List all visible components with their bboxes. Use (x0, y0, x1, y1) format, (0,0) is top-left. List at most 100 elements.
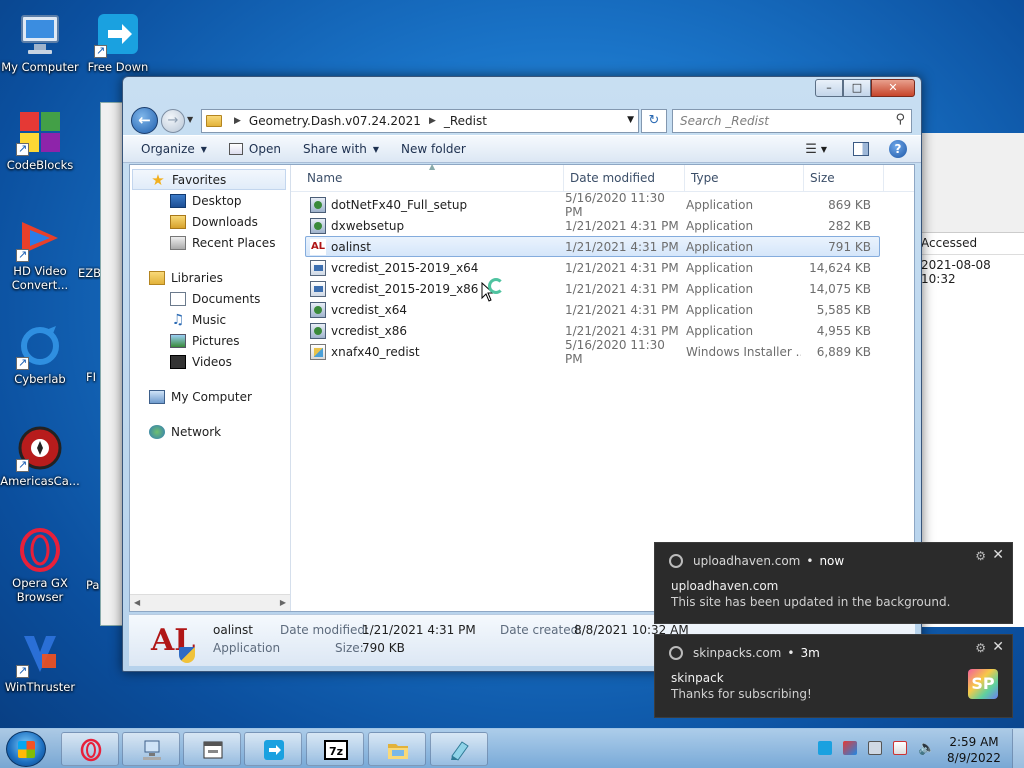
search-input[interactable]: Search _Redist ⚲ (672, 109, 912, 133)
nav-pictures[interactable]: Pictures (130, 330, 290, 351)
nav-recent-places[interactable]: Recent Places (130, 232, 290, 253)
antivirus-tray-icon[interactable] (843, 741, 857, 755)
breadcrumb-separator-icon[interactable]: ▶ (234, 116, 241, 126)
details-file-name: oalinst (213, 623, 253, 637)
file-date: 1/21/2021 4:31 PM (565, 302, 679, 317)
file-size: 282 KB (828, 218, 871, 233)
back-button[interactable]: ← (131, 107, 158, 134)
desktop-icon-codeblocks[interactable]: CodeBlocks (0, 108, 80, 172)
desktop-icon-ezb[interactable]: EZB (78, 266, 102, 280)
desktop-icon-winthruster[interactable]: WinThruster (0, 630, 80, 694)
notification-uploadhaven[interactable]: uploadhaven.com • now ⚙ ✕ uploadhaven.co… (654, 542, 1013, 624)
search-icon[interactable]: ⚲ (895, 112, 905, 127)
desktop-icon-hd-video-converter[interactable]: HD Video Convert... (0, 214, 80, 292)
column-header-name[interactable]: ▲ Name (291, 162, 564, 191)
desktop-icon-americas-cardroom[interactable]: AmericasCa... (0, 424, 80, 488)
file-row[interactable]: vcredist_2015-2019_x64 1/21/2021 4:31 PM… (305, 257, 880, 278)
breadcrumb-separator-icon[interactable]: ▶ (429, 116, 436, 126)
refresh-button[interactable]: ↻ (641, 109, 667, 133)
scroll-right-icon[interactable]: ▶ (280, 598, 286, 607)
taskbar-windows-explorer[interactable] (368, 732, 426, 766)
new-folder-button[interactable]: New folder (401, 142, 466, 156)
accessed-column-header[interactable]: Accessed (913, 233, 1024, 255)
file-type: Application (686, 239, 754, 254)
network-tray-icon[interactable] (868, 741, 882, 755)
documents-icon (170, 291, 186, 306)
column-label: Name (307, 171, 343, 185)
view-options-icon[interactable]: ☰ (805, 142, 817, 157)
action-center-flag-icon[interactable] (893, 741, 907, 755)
file-row[interactable]: dotNetFx40_Full_setup 5/16/2020 11:30 PM… (305, 191, 880, 219)
details-modified-label: Date modified: (280, 623, 370, 637)
taskbar-network-setup[interactable] (122, 732, 180, 766)
computer-icon (16, 10, 64, 58)
share-with-button[interactable]: Share with ▼ (303, 142, 379, 156)
file-row-selected[interactable]: AL oalinst 1/21/2021 4:31 PM Application … (305, 236, 880, 257)
nav-libraries[interactable]: Libraries (130, 267, 290, 288)
organize-button[interactable]: Organize ▼ (141, 142, 207, 156)
start-button[interactable] (6, 731, 46, 767)
view-dropdown-icon[interactable]: ▼ (821, 145, 827, 154)
chevron-down-icon: ▼ (372, 144, 380, 154)
desktop-icon-label: Cyberlab (14, 372, 66, 386)
gear-icon[interactable]: ⚙ (975, 641, 986, 655)
nav-desktop[interactable]: Desktop (130, 190, 290, 211)
codeblocks-icon (16, 108, 64, 156)
taskbar-free-download-manager[interactable] (244, 732, 302, 766)
desktop-icon-my-computer[interactable]: My Computer (0, 10, 80, 74)
taskbar-7zip[interactable]: 7z (306, 732, 364, 766)
nav-horizontal-scrollbar[interactable]: ◀ ▶ (130, 594, 290, 611)
breadcrumb-geometry-dash[interactable]: Geometry.Dash.v07.24.2021 (249, 114, 421, 128)
close-icon[interactable]: ✕ (992, 639, 1004, 655)
column-header-type[interactable]: Type (685, 165, 804, 191)
volume-icon[interactable]: 🔈 (918, 741, 935, 755)
cyberlab-icon (16, 322, 64, 370)
address-row: ← → ▼ ▶ Geometry.Dash.v07.24.2021 ▶ _Red… (123, 103, 921, 135)
breadcrumb-redist[interactable]: _Redist (444, 114, 487, 128)
help-icon[interactable]: ? (889, 140, 907, 158)
file-row[interactable]: vcredist_2015-2019_x86 1/21/2021 4:31 PM… (305, 278, 880, 299)
nav-my-computer[interactable]: My Computer (130, 386, 290, 407)
column-header-date-modified[interactable]: Date modified (564, 165, 685, 191)
title-bar[interactable]: – □ ✕ (123, 77, 921, 103)
nav-downloads[interactable]: Downloads (130, 211, 290, 232)
file-row[interactable]: dxwebsetup 1/21/2021 4:31 PM Application… (305, 215, 880, 236)
recent-pages-dropdown[interactable]: ▼ (187, 115, 193, 124)
desktop-icon-opera-gx[interactable]: Opera GX Browser (0, 526, 80, 604)
notification-title: skinpack (671, 671, 724, 685)
nav-network[interactable]: Network (130, 421, 290, 442)
taskbar-opera-gx[interactable] (61, 732, 119, 766)
forward-button[interactable]: → (161, 109, 185, 133)
minimize-button[interactable]: – (815, 79, 843, 97)
file-size: 6,889 KB (816, 344, 871, 359)
preview-pane-icon[interactable] (853, 142, 869, 156)
close-icon[interactable]: ✕ (992, 547, 1004, 563)
address-bar[interactable]: ▶ Geometry.Dash.v07.24.2021 ▶ _Redist ▼ (201, 109, 639, 133)
desktop-icon-label: Opera GX Browser (12, 576, 68, 604)
nav-documents[interactable]: Documents (130, 288, 290, 309)
maximize-button[interactable]: □ (843, 79, 871, 97)
taskbar-clock[interactable]: 2:59 AM 8/9/2022 (944, 734, 1004, 766)
file-name: vcredist_2015-2019_x86 (331, 281, 479, 296)
notification-skinpacks[interactable]: skinpacks.com • 3m ⚙ ✕ skinpack Thanks f… (654, 634, 1013, 718)
taskbar-notepad[interactable] (430, 732, 488, 766)
file-row[interactable]: vcredist_x64 1/21/2021 4:31 PM Applicati… (305, 299, 880, 320)
download-tray-icon[interactable] (818, 741, 832, 755)
opera-gx-icon (16, 526, 64, 574)
column-header-size[interactable]: Size (804, 165, 884, 191)
notification-time: 3m (800, 646, 820, 660)
open-button[interactable]: Open (228, 142, 281, 156)
file-name: xnafx40_redist (331, 344, 420, 359)
nav-videos[interactable]: Videos (130, 351, 290, 372)
gear-icon[interactable]: ⚙ (975, 549, 986, 563)
address-dropdown-icon[interactable]: ▼ (627, 115, 634, 125)
taskbar-app-window[interactable] (183, 732, 241, 766)
close-button[interactable]: ✕ (871, 79, 915, 97)
scroll-left-icon[interactable]: ◀ (134, 598, 140, 607)
show-desktop-button[interactable] (1012, 729, 1024, 768)
desktop-icon-free-download[interactable]: Free Down (78, 10, 158, 74)
nav-music[interactable]: ♫ Music (130, 309, 290, 330)
desktop-icon-cyberlab[interactable]: Cyberlab (0, 322, 80, 386)
file-row[interactable]: xnafx40_redist 5/16/2020 11:30 PM Window… (305, 338, 880, 366)
nav-favorites[interactable]: ★ Favorites (132, 169, 286, 190)
